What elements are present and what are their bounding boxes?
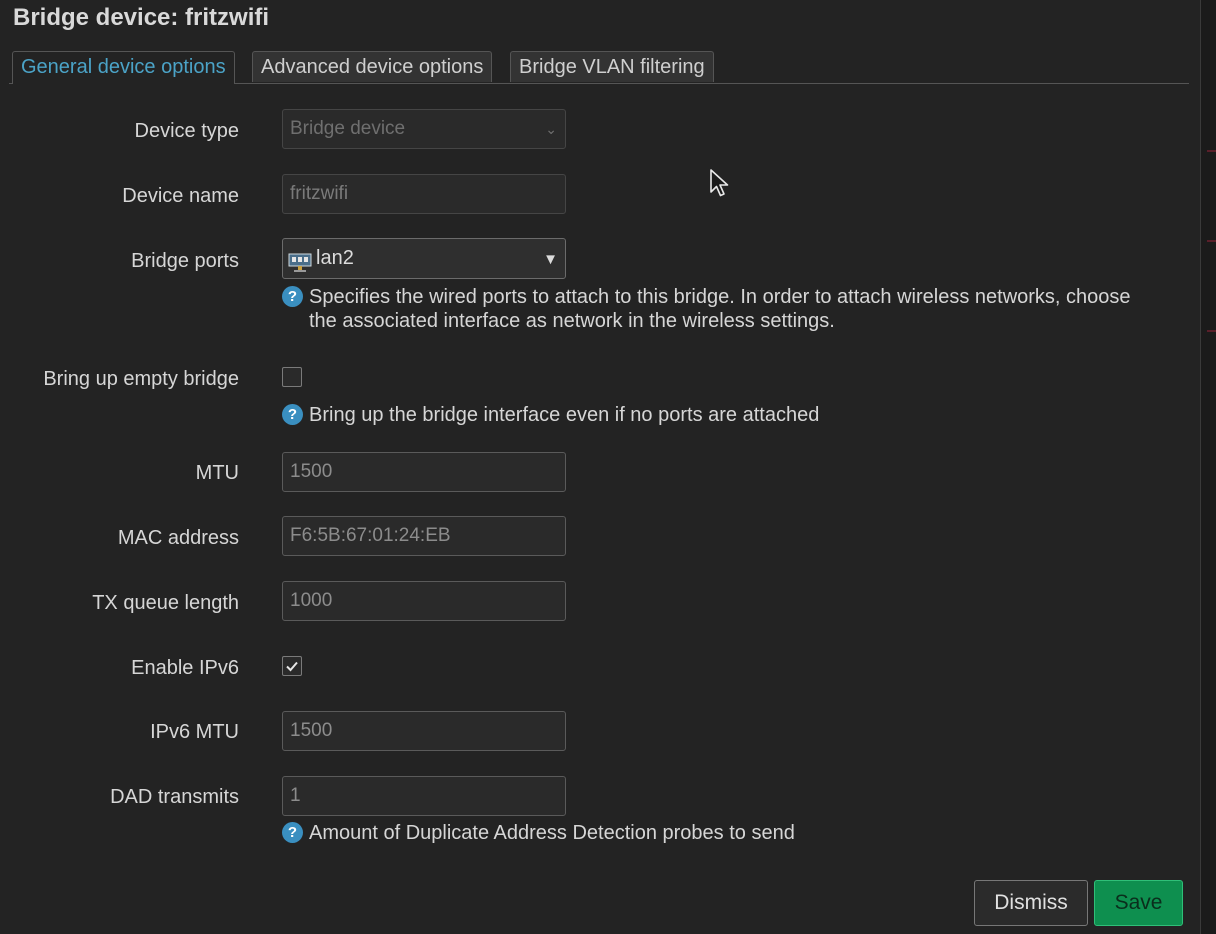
- bridge-ports-value: lan2: [316, 247, 354, 269]
- dad-transmits-label: DAD transmits: [110, 786, 239, 808]
- help-icon: ?: [282, 286, 303, 307]
- enable-ipv6-checkbox[interactable]: [282, 656, 302, 676]
- ipv6-mtu-input[interactable]: 1500: [282, 711, 566, 751]
- bring-up-empty-bridge-help-text: Bring up the bridge interface even if no…: [309, 404, 820, 426]
- dad-transmits-help: ? Amount of Duplicate Address Detection …: [282, 822, 982, 846]
- dad-transmits-help-text: Amount of Duplicate Address Detection pr…: [309, 822, 795, 844]
- dropdown-arrow-icon: ▼: [543, 251, 558, 268]
- tx-queue-length-label: TX queue length: [92, 592, 239, 614]
- enable-ipv6-label: Enable IPv6: [131, 657, 239, 679]
- ipv6-mtu-label: IPv6 MTU: [150, 721, 239, 743]
- bring-up-empty-bridge-help: ? Bring up the bridge interface even if …: [282, 404, 982, 428]
- dialog-title: Bridge device: fritzwifi: [13, 4, 270, 31]
- edge-mark: [1207, 150, 1216, 152]
- dad-transmits-input[interactable]: 1: [282, 776, 566, 816]
- device-type-select: Bridge device ⌄: [282, 109, 566, 149]
- device-name-label: Device name: [122, 185, 239, 207]
- bridge-ports-help-line1: Specifies the wired ports to attach to t…: [309, 286, 1131, 308]
- bridge-ports-label: Bridge ports: [131, 250, 239, 272]
- ethernet-port-icon: [288, 248, 312, 287]
- mac-address-input[interactable]: F6:5B:67:01:24:EB: [282, 516, 566, 556]
- bring-up-empty-bridge-checkbox[interactable]: [282, 367, 302, 387]
- edge-mark: [1207, 330, 1216, 332]
- device-type-value: Bridge device: [290, 118, 406, 139]
- mac-address-label: MAC address: [117, 527, 239, 549]
- tab-advanced-device-options[interactable]: Advanced device options: [252, 51, 493, 82]
- mtu-input[interactable]: 1500: [282, 452, 566, 492]
- bridge-ports-help: ? Specifies the wired ports to attach to…: [282, 286, 1182, 336]
- bridge-ports-dropdown[interactable]: lan2 ▼: [282, 238, 566, 279]
- checkmark-icon: [284, 658, 300, 679]
- help-icon: ?: [282, 822, 303, 843]
- tab-general-device-options[interactable]: General device options: [12, 51, 235, 84]
- bridge-device-dialog: Bridge device: fritzwifi General device …: [0, 0, 1200, 934]
- help-icon: ?: [282, 404, 303, 425]
- tab-bridge-vlan-filtering[interactable]: Bridge VLAN filtering: [510, 51, 714, 82]
- bridge-ports-help-line2: the associated interface as network in t…: [309, 310, 835, 332]
- background-window-edge: [1200, 0, 1216, 934]
- bring-up-empty-bridge-label: Bring up empty bridge: [43, 368, 239, 390]
- dismiss-button[interactable]: Dismiss: [974, 880, 1088, 926]
- device-name-input: fritzwifi: [282, 174, 566, 214]
- chevron-down-icon: ⌄: [545, 121, 557, 137]
- device-type-label: Device type: [134, 120, 240, 142]
- edge-mark: [1207, 240, 1216, 242]
- mouse-cursor-icon: [709, 168, 731, 203]
- mtu-label: MTU: [195, 462, 239, 484]
- save-button[interactable]: Save: [1094, 880, 1183, 926]
- tab-bar: General device options Advanced device o…: [9, 51, 1189, 84]
- tx-queue-length-input[interactable]: 1000: [282, 581, 566, 621]
